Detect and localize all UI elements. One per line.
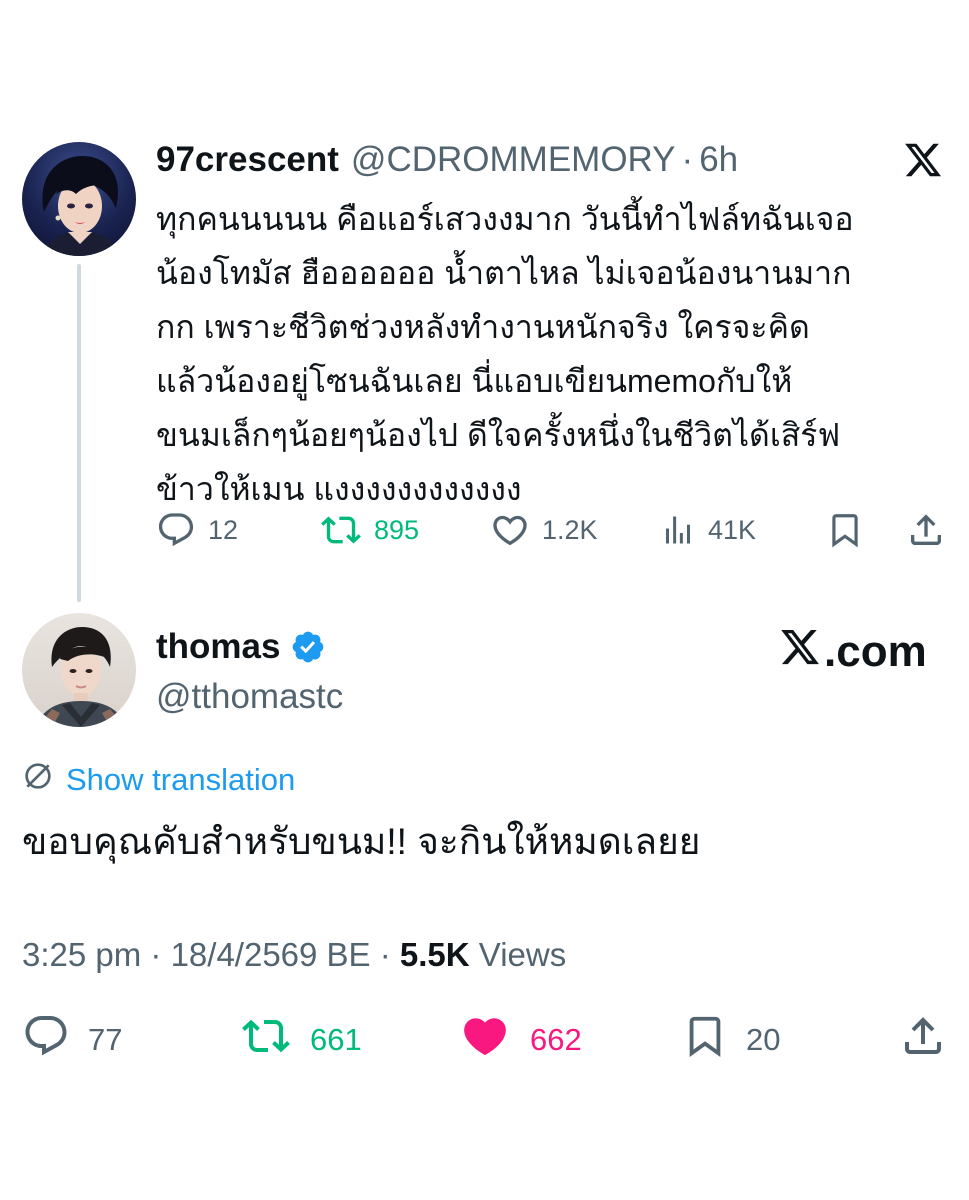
share-icon xyxy=(899,1012,947,1068)
like-count: 1.2K xyxy=(542,514,598,545)
avatar-illustration xyxy=(42,156,120,256)
reply-icon xyxy=(156,510,196,550)
share-button[interactable] xyxy=(906,504,946,556)
repost-icon xyxy=(240,1012,292,1068)
repost-button[interactable]: 895 xyxy=(320,504,419,556)
avatar-photo xyxy=(36,627,126,727)
tweet-time[interactable]: 6h xyxy=(699,140,738,180)
bookmark-icon xyxy=(826,510,864,550)
user-handle[interactable]: @CDROMMEMORY xyxy=(351,140,676,180)
bookmark-icon xyxy=(682,1012,728,1068)
like-icon xyxy=(490,510,530,550)
thread-line xyxy=(77,264,81,602)
tweet-meta: 3:25 pm · 18/4/2569 BE · 5.5K Views xyxy=(22,934,566,976)
bookmark-count: 20 xyxy=(746,1022,781,1057)
share-button[interactable] xyxy=(899,1012,947,1068)
repost-count: 895 xyxy=(374,514,420,545)
show-translation-link[interactable]: Show translation xyxy=(22,760,295,800)
tweet-text: ทุกคนนนนน คือแอร์เสวงงมาก วันนี้ทำไฟล์ทฉ… xyxy=(156,201,854,507)
display-name[interactable]: thomas xyxy=(156,627,280,667)
tweet-actions: 12 895 1.2K 41K xyxy=(156,504,948,556)
views-count: 41K xyxy=(708,514,757,545)
views-icon xyxy=(660,510,696,550)
tweet-actions: 77 661 662 20 xyxy=(22,1012,947,1068)
repost-icon xyxy=(320,510,362,550)
bookmark-button[interactable]: 20 xyxy=(682,1012,780,1068)
separator: · xyxy=(681,140,694,179)
reply-button[interactable]: 77 xyxy=(22,1012,122,1068)
reply-count: 77 xyxy=(88,1022,123,1057)
show-translation-label[interactable]: Show translation xyxy=(66,762,295,798)
like-button[interactable]: 1.2K xyxy=(490,504,598,556)
user-handle[interactable]: @tthomastc xyxy=(156,676,343,718)
like-count: 662 xyxy=(530,1022,582,1057)
repost-button[interactable]: 661 xyxy=(240,1012,362,1068)
reply-icon xyxy=(22,1012,70,1068)
reply-button[interactable]: 12 xyxy=(156,504,238,556)
timestamp[interactable]: 3:25 pm · 18/4/2569 BE · xyxy=(22,936,400,973)
x-logo-icon xyxy=(902,140,944,180)
x-com-watermark: .com xyxy=(778,626,927,679)
views-label: Views xyxy=(469,936,567,973)
translate-globe-icon xyxy=(22,760,54,800)
x-com-text: .com xyxy=(824,627,927,676)
repost-count: 661 xyxy=(310,1022,362,1057)
share-icon xyxy=(906,510,946,550)
like-button[interactable]: 662 xyxy=(458,1012,582,1068)
display-name[interactable]: 97crescent xyxy=(156,140,339,180)
tweet-header: 97crescent @CDROMMEMORY · 6h xyxy=(156,140,738,180)
verified-badge-icon xyxy=(290,629,326,665)
x-logo-icon xyxy=(778,626,824,679)
reply-count: 12 xyxy=(208,514,239,545)
views-count: 5.5K xyxy=(399,936,470,973)
views-button[interactable]: 41K xyxy=(660,504,756,556)
display-name-row: thomas xyxy=(156,624,326,670)
bookmark-button[interactable] xyxy=(826,504,864,556)
tweet-text: ขอบคุณคับสำหรับขนม!! จะกินให้หมดเลยย xyxy=(22,821,701,862)
heart-filled-icon xyxy=(458,1011,512,1069)
avatar[interactable] xyxy=(22,142,136,256)
avatar[interactable] xyxy=(22,613,136,727)
